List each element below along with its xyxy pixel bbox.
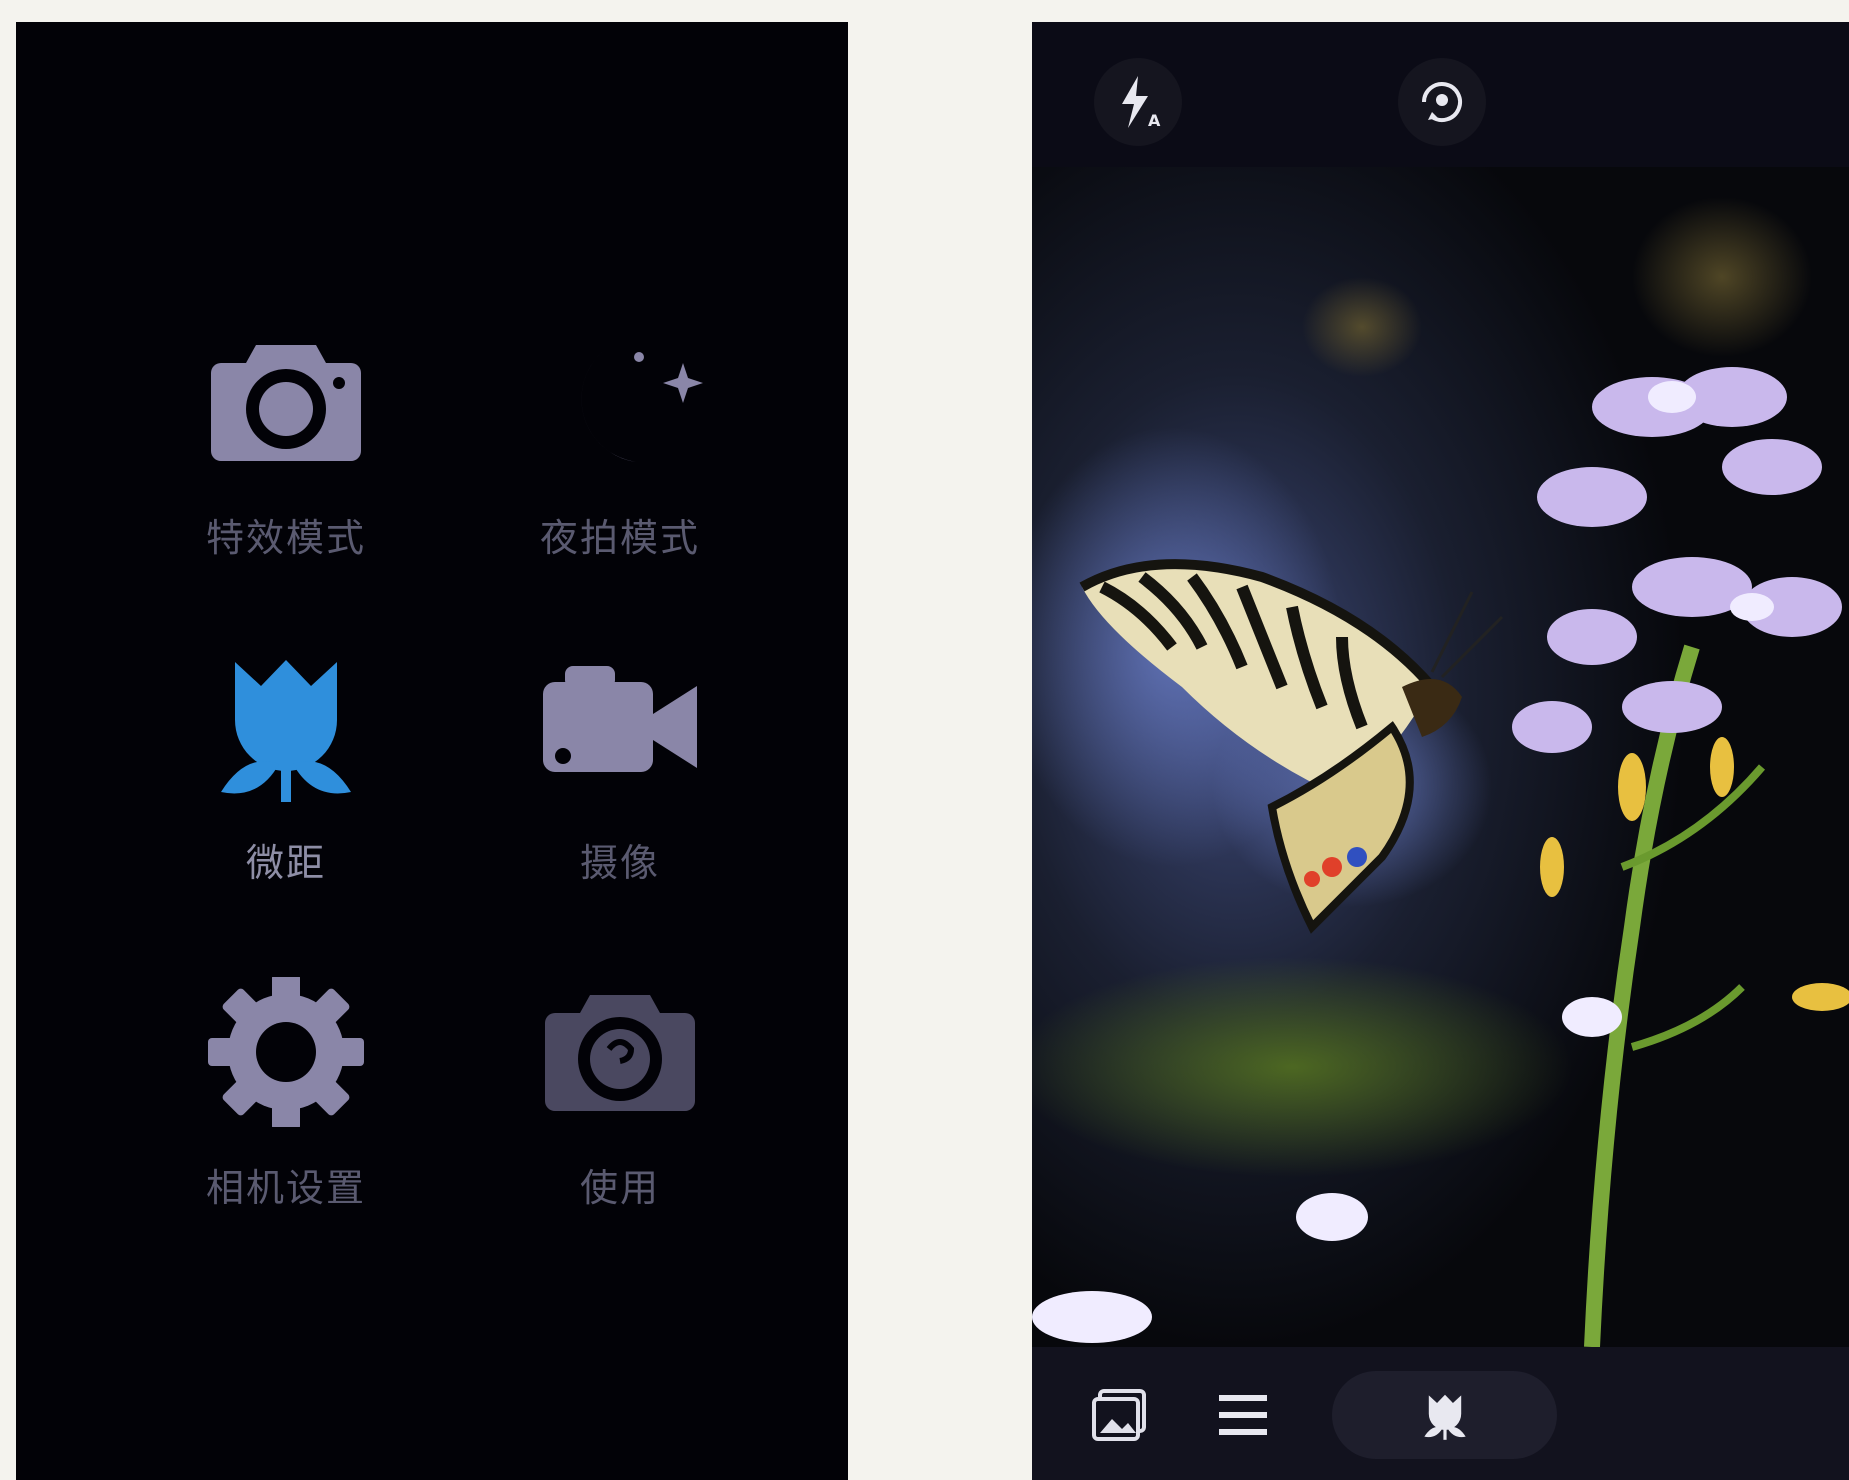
mode-usage[interactable]: 使用 <box>510 977 730 1217</box>
camera-help-icon <box>545 995 695 1111</box>
shutter-button[interactable] <box>1332 1371 1557 1459</box>
switch-camera-icon <box>1422 82 1462 123</box>
camera-viewfinder-screen: A <box>1032 22 1849 1480</box>
mode-effects-label: 特效模式 <box>205 516 366 560</box>
mode-macro[interactable]: 微距 <box>176 652 396 892</box>
viewfinder-image[interactable] <box>1032 167 1849 1347</box>
gear-icon <box>208 977 364 1127</box>
mode-macro-label: 微距 <box>245 841 326 885</box>
camera-top-bar: A <box>1032 22 1849 167</box>
flash-auto-icon: A <box>1122 76 1161 130</box>
moon-stars-icon <box>581 343 703 463</box>
camera-icon <box>211 345 361 461</box>
gallery-icon[interactable] <box>1090 1387 1150 1443</box>
mode-night[interactable]: 夜拍模式 <box>510 327 730 567</box>
mode-settings[interactable]: 相机设置 <box>176 977 396 1217</box>
tulip-icon <box>221 660 351 802</box>
mode-video[interactable]: 摄像 <box>510 652 730 892</box>
mode-selection-panel: 特效模式 夜拍模式 微距 摄像 相机设置 使用 <box>16 22 848 1480</box>
svg-text:A: A <box>1148 111 1161 130</box>
menu-icon[interactable] <box>1217 1391 1269 1439</box>
mode-video-label: 摄像 <box>579 841 660 885</box>
tulip-icon <box>1424 1394 1466 1440</box>
mode-usage-label: 使用 <box>579 1166 660 1210</box>
video-camera-icon <box>543 666 697 772</box>
mode-settings-label: 相机设置 <box>205 1166 366 1210</box>
mode-effects[interactable]: 特效模式 <box>176 327 396 567</box>
flash-button[interactable]: A <box>1094 58 1182 146</box>
camera-bottom-bar <box>1032 1347 1849 1480</box>
mode-night-label: 夜拍模式 <box>539 516 700 560</box>
switch-camera-button[interactable] <box>1398 58 1486 146</box>
